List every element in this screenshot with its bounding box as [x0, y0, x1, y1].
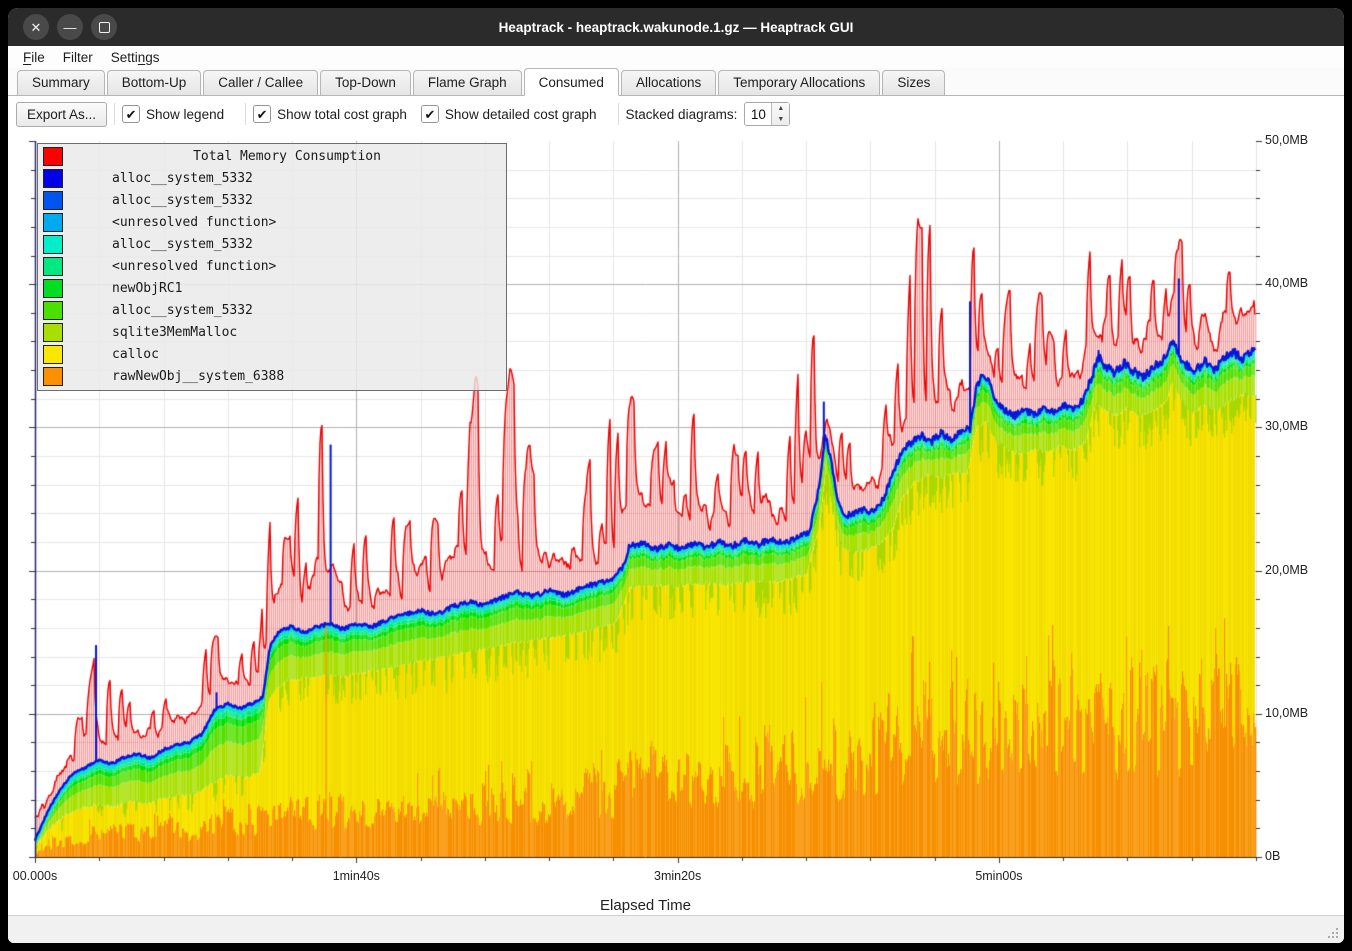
checkbox-box[interactable]: ✔ — [122, 105, 140, 123]
legend-label: rawNewObj__system_6388 — [112, 369, 284, 384]
toolbar-separator — [114, 103, 115, 125]
stacked-diagrams-value[interactable]: 10 — [745, 103, 771, 125]
checkbox-label: Show detailed cost graph — [445, 107, 597, 122]
toolbar-separator — [245, 103, 246, 125]
legend-swatch-icon — [43, 213, 63, 232]
legend-item: rawNewObj__system_6388 — [38, 366, 506, 388]
legend-swatch-icon — [43, 301, 63, 320]
checkbox-show-legend[interactable]: ✔ Show legend — [122, 105, 224, 123]
legend-item: Total Memory Consumption — [38, 146, 506, 168]
tab-allocations[interactable]: Allocations — [621, 70, 716, 96]
y-tick-label: 0B — [1265, 849, 1280, 863]
x-tick-label: 3min20s — [648, 869, 708, 883]
chart-legend: Total Memory Consumption alloc__system_53… — [37, 143, 507, 391]
legend-item: sqlite3MemMalloc — [38, 322, 506, 344]
legend-label: alloc__system_5332 — [112, 171, 253, 186]
toolbar-separator — [618, 103, 619, 125]
menu-item-filter[interactable]: Filter — [54, 48, 102, 67]
x-tick-label: 00.000s — [8, 869, 65, 883]
x-tick-label: 1min40s — [326, 869, 386, 883]
legend-item: alloc__system_5332 — [38, 190, 506, 212]
tab-caller-callee[interactable]: Caller / Callee — [203, 70, 318, 96]
y-tick-label: 30,0MB — [1265, 419, 1308, 433]
legend-swatch-icon — [43, 191, 63, 210]
legend-item: alloc__system_5332 — [38, 300, 506, 322]
legend-swatch-icon — [43, 169, 63, 188]
tab-bottom-up[interactable]: Bottom-Up — [107, 70, 202, 96]
legend-item: <unresolved function> — [38, 212, 506, 234]
legend-swatch-icon — [43, 323, 63, 342]
y-tick-label: 50,0MB — [1265, 133, 1308, 147]
status-bar — [8, 915, 1344, 943]
legend-item: calloc — [38, 344, 506, 366]
y-tick-label: 20,0MB — [1265, 563, 1308, 577]
stacked-diagrams-spinbox[interactable]: 10 ▲ ▼ — [744, 102, 790, 126]
checkbox-label: Show legend — [146, 107, 224, 122]
checkbox-box[interactable]: ✔ — [421, 105, 439, 123]
tab-temporary-allocations[interactable]: Temporary Allocations — [718, 70, 880, 96]
checkbox-show-detailed-cost-graph[interactable]: ✔ Show detailed cost graph — [421, 105, 597, 123]
memory-consumption-chart: 00.000s 1min40s 3min20s 5min00s 0B 10,0MB 20,… — [8, 132, 1344, 915]
legend-item: <unresolved function> — [38, 256, 506, 278]
tab-summary[interactable]: Summary — [17, 70, 105, 96]
menu-item-settings[interactable]: Settings — [102, 48, 169, 67]
toolbar: Export As... ✔ Show legend ✔ Show total co… — [8, 96, 1344, 132]
legend-label: alloc__system_5332 — [112, 193, 253, 208]
arrow-up-icon: ▲ — [777, 105, 784, 112]
checkbox-label: Show total cost graph — [277, 107, 407, 122]
legend-swatch-icon — [43, 345, 63, 364]
legend-label: sqlite3MemMalloc — [112, 325, 237, 340]
spin-down-button[interactable]: ▼ — [772, 114, 789, 125]
menu-bar: FileFilterSettings — [8, 46, 1344, 68]
legend-label: alloc__system_5332 — [112, 237, 253, 252]
legend-item: alloc__system_5332 — [38, 234, 506, 256]
legend-item: newObjRC1 — [38, 278, 506, 300]
x-axis-title: Elapsed Time — [596, 897, 696, 914]
y-tick-label: 40,0MB — [1265, 276, 1308, 290]
legend-label: alloc__system_5332 — [112, 303, 253, 318]
arrow-down-icon: ▼ — [777, 116, 784, 123]
legend-swatch-icon — [43, 235, 63, 254]
legend-swatch-icon — [43, 147, 63, 166]
legend-label: calloc — [112, 347, 159, 362]
spin-up-button[interactable]: ▲ — [772, 103, 789, 114]
tab-sizes[interactable]: Sizes — [882, 70, 945, 96]
tab-consumed[interactable]: Consumed — [524, 68, 619, 96]
stacked-diagrams-label: Stacked diagrams: — [626, 107, 738, 122]
legend-title: Total Memory Consumption — [68, 149, 506, 164]
checkbox-box[interactable]: ✔ — [253, 105, 271, 123]
resize-grip[interactable] — [1325, 925, 1339, 939]
legend-swatch-icon — [43, 257, 63, 276]
export-as-button[interactable]: Export As... — [16, 102, 107, 127]
y-tick-label: 10,0MB — [1265, 706, 1308, 720]
app-window: ✕ — Heaptrack - heaptrack.wakunode.1.gz … — [8, 8, 1344, 943]
checkbox-show-total-cost-graph[interactable]: ✔ Show total cost graph — [253, 105, 407, 123]
legend-label: <unresolved function> — [112, 215, 276, 230]
legend-label: <unresolved function> — [112, 259, 276, 274]
legend-item: alloc__system_5332 — [38, 168, 506, 190]
tab-bar: SummaryBottom-UpCaller / CalleeTop-DownF… — [8, 68, 1344, 96]
legend-swatch-icon — [43, 367, 63, 386]
window-title: Heaptrack - heaptrack.wakunode.1.gz — He… — [8, 8, 1344, 46]
x-tick-label: 5min00s — [969, 869, 1029, 883]
legend-label: newObjRC1 — [112, 281, 182, 296]
menu-item-file[interactable]: File — [14, 48, 54, 67]
tab-flame-graph[interactable]: Flame Graph — [413, 70, 522, 96]
titlebar: ✕ — Heaptrack - heaptrack.wakunode.1.gz … — [8, 8, 1344, 46]
legend-swatch-icon — [43, 279, 63, 298]
tab-top-down[interactable]: Top-Down — [320, 70, 411, 96]
